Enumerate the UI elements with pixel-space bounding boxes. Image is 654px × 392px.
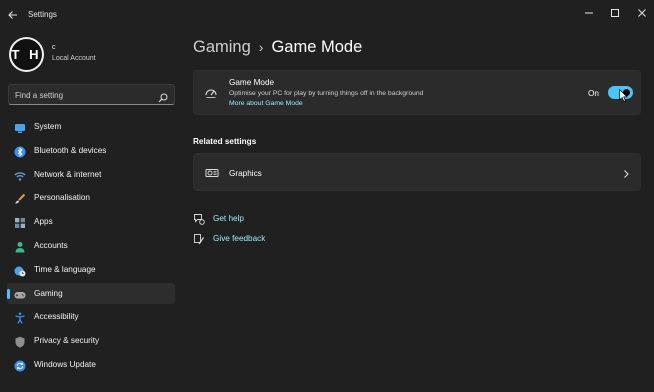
gamepad-icon	[14, 288, 26, 300]
chevron-right-icon	[622, 167, 630, 179]
breadcrumb-separator: ›	[258, 39, 264, 55]
window-title: Settings	[28, 10, 57, 19]
sidebar-item-accessibility[interactable]: Accessibility	[7, 306, 175, 327]
sidebar-item-privacy-security[interactable]: Privacy & security	[7, 330, 175, 351]
give-feedback-link[interactable]: Give feedback	[193, 231, 265, 245]
page-title: Game Mode	[271, 37, 363, 56]
feedback-icon	[193, 232, 205, 245]
apps-icon	[14, 216, 26, 229]
game-mode-title: Game Mode	[229, 78, 275, 87]
game-mode-description: Optimise your PC for play by turning thi…	[229, 90, 424, 97]
help-chat-icon	[193, 212, 205, 225]
search-icon[interactable]	[158, 90, 168, 103]
maximize-icon[interactable]	[607, 6, 623, 20]
brush-icon	[14, 192, 26, 204]
sidebar-item-accounts[interactable]: Accounts	[7, 235, 175, 256]
back-arrow-icon[interactable]	[6, 8, 20, 22]
sidebar-item-label: Windows Update	[34, 359, 96, 369]
sidebar-nav: System Bluetooth & devices Network & int…	[7, 116, 175, 378]
sidebar-item-label: Network & internet	[34, 169, 102, 179]
graphics-card-icon	[205, 166, 219, 180]
breadcrumb: Gaming › Game Mode	[193, 36, 362, 58]
sidebar-item-label: Apps	[34, 217, 53, 227]
sidebar-item-time-language[interactable]: Time & language	[7, 259, 175, 280]
monitor-icon	[14, 121, 26, 133]
close-icon[interactable]	[634, 6, 650, 20]
sidebar-item-system[interactable]: System	[7, 116, 175, 137]
graphics-label: Graphics	[229, 169, 262, 178]
account-type: Local Account	[52, 55, 96, 62]
person-icon	[14, 240, 26, 253]
sidebar-item-personalisation[interactable]: Personalisation	[7, 187, 175, 208]
sidebar-item-label: Accounts	[34, 240, 68, 250]
sidebar-item-network[interactable]: Network & internet	[7, 164, 175, 185]
sidebar-item-windows-update[interactable]: Windows Update	[7, 354, 175, 375]
bluetooth-icon	[14, 145, 26, 158]
graphics-card[interactable]: Graphics	[193, 153, 641, 191]
sidebar-item-apps[interactable]: Apps	[7, 211, 175, 232]
sidebar-item-label: Time & language	[34, 264, 96, 274]
sidebar-item-label: System	[34, 122, 62, 131]
breadcrumb-parent[interactable]: Gaming	[193, 38, 251, 57]
search-input[interactable]	[15, 88, 155, 102]
avatar[interactable]: T H	[9, 37, 44, 72]
get-help-link[interactable]: Get help	[193, 211, 244, 225]
sidebar-item-gaming[interactable]: Gaming	[7, 282, 175, 304]
sidebar-item-label: Gaming	[34, 288, 63, 298]
minimize-icon[interactable]	[581, 6, 597, 20]
more-about-game-mode-link[interactable]: More about Game Mode	[229, 100, 303, 107]
game-mode-gauge-icon	[204, 85, 218, 99]
shield-icon	[14, 335, 26, 348]
sidebar-item-label: Privacy & security	[34, 336, 100, 346]
accessibility-icon	[14, 311, 26, 325]
wifi-icon	[14, 169, 26, 181]
sidebar-item-label: Bluetooth & devices	[34, 145, 107, 155]
sidebar-item-label: Accessibility	[34, 312, 79, 322]
account-name: c	[52, 44, 56, 51]
give-feedback-label: Give feedback	[213, 233, 266, 243]
sync-icon	[14, 359, 26, 372]
get-help-label: Get help	[213, 213, 244, 223]
globe-clock-icon	[14, 264, 26, 277]
avatar-initials: T H	[11, 39, 42, 70]
title-bar: Settings	[0, 0, 654, 30]
sidebar-item-bluetooth[interactable]: Bluetooth & devices	[7, 140, 175, 161]
toggle-state-label: On	[588, 89, 599, 98]
related-settings-heading: Related settings	[193, 137, 257, 146]
search-box	[8, 84, 175, 105]
sidebar-item-label: Personalisation	[34, 193, 90, 203]
game-mode-card: Game Mode Optimise your PC for play by t…	[193, 70, 641, 115]
mouse-cursor-icon	[619, 88, 628, 102]
